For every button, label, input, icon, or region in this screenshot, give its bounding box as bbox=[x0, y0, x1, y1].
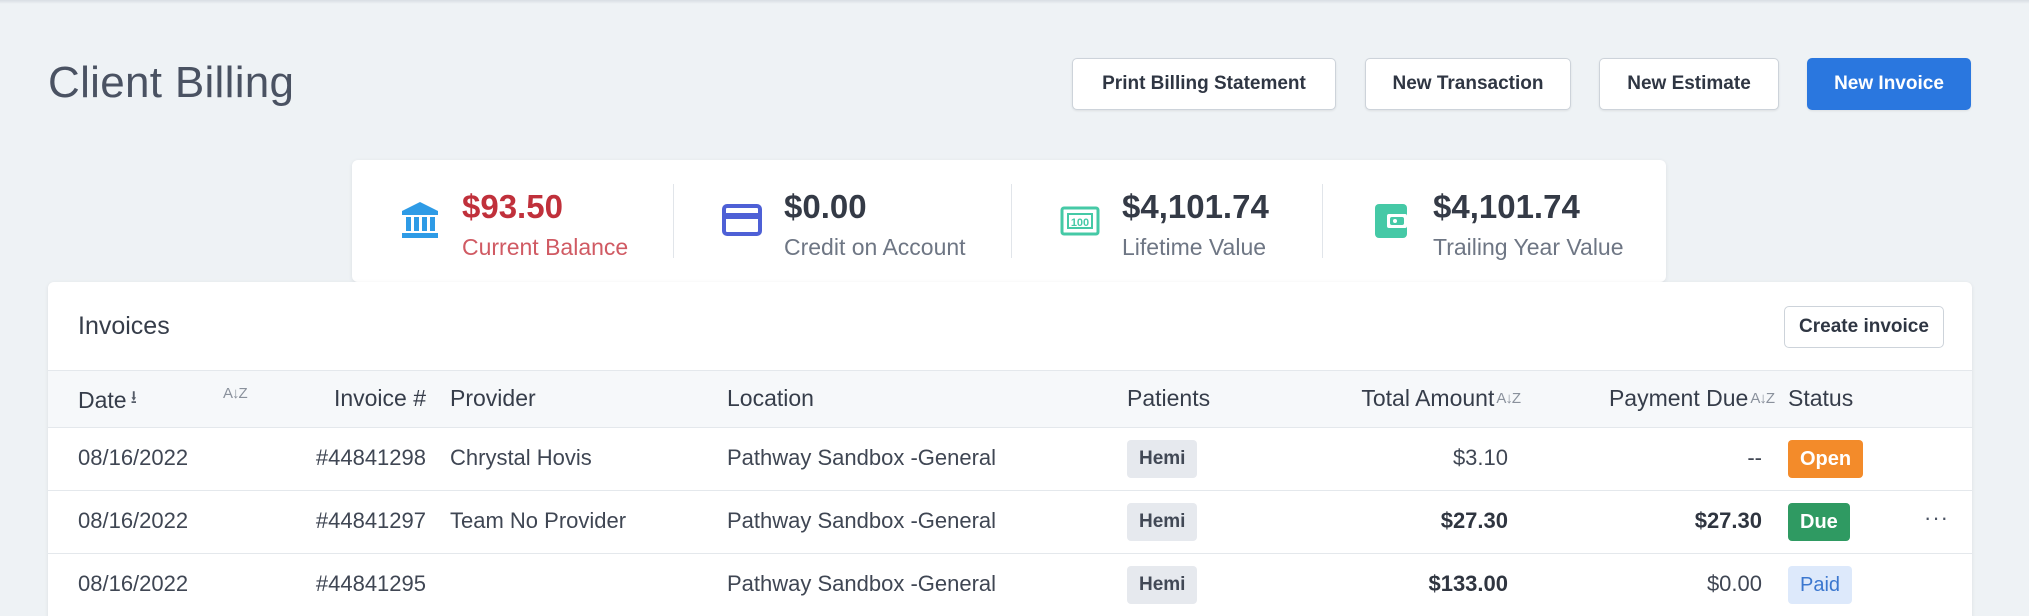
wallet-icon bbox=[1375, 204, 1407, 238]
row-date: 08/16/2022 bbox=[78, 508, 189, 533]
bank-icon bbox=[402, 202, 438, 238]
sort-az-icon[interactable]: A↓Z bbox=[1750, 390, 1775, 407]
status-badge: Paid bbox=[1788, 566, 1853, 604]
divider bbox=[1322, 184, 1323, 258]
trailing-year-value-label: Trailing Year Value bbox=[1433, 234, 1624, 260]
lifetime-value-value: $4,101.74 bbox=[1122, 188, 1269, 225]
row-date: 08/16/2022 bbox=[78, 445, 189, 470]
new-invoice-button[interactable]: New Invoice bbox=[1807, 58, 1971, 110]
col-total-amount[interactable]: Total Amount A↓Z bbox=[1278, 385, 1521, 412]
row-invoice-no[interactable]: #44841295 bbox=[298, 571, 426, 597]
lifetime-value-label: Lifetime Value bbox=[1122, 234, 1267, 260]
table-header: Date ⭳ A↓Z Invoice # Provider Location P… bbox=[48, 370, 1972, 428]
row-payment-due: $0.00 bbox=[1706, 571, 1762, 596]
col-payment-due-label: Payment Due bbox=[1608, 385, 1749, 411]
sort-az-icon[interactable]: A↓Z bbox=[1496, 390, 1521, 407]
sort-az-icon[interactable]: A↓Z bbox=[223, 385, 248, 402]
current-balance-value: $93.50 bbox=[462, 188, 563, 225]
col-date-sort[interactable]: A↓Z bbox=[221, 385, 248, 402]
row-total-amount: $27.30 bbox=[1440, 508, 1508, 533]
invoices-title: Invoices bbox=[78, 312, 170, 340]
row-total-amount: $3.10 bbox=[1452, 445, 1508, 470]
col-payment-due[interactable]: Payment Due A↓Z bbox=[1548, 385, 1775, 412]
row-payment-due: $27.30 bbox=[1694, 508, 1762, 533]
status-badge: Due bbox=[1788, 503, 1850, 541]
col-date-label: Date bbox=[78, 386, 127, 413]
row-invoice-no[interactable]: #44841298 bbox=[298, 445, 426, 471]
credit-on-account-label: Credit on Account bbox=[784, 234, 966, 260]
more-options-icon[interactable]: ··· bbox=[1924, 505, 1949, 531]
row-date: 08/16/2022 bbox=[78, 571, 189, 596]
table-row[interactable]: 08/16/2022 #44841297 Team No Provider Pa… bbox=[48, 491, 1972, 554]
create-invoice-button[interactable]: Create invoice bbox=[1784, 306, 1944, 348]
new-estimate-button[interactable]: New Estimate bbox=[1599, 58, 1779, 110]
col-provider[interactable]: Provider bbox=[450, 385, 536, 412]
patient-tag[interactable]: Hemi bbox=[1127, 566, 1198, 604]
svg-text:100: 100 bbox=[1071, 217, 1089, 229]
col-location[interactable]: Location bbox=[727, 385, 814, 412]
billing-summary: $93.50 Current Balance $0.00 Credit on A… bbox=[352, 160, 1666, 282]
trailing-year-value-value: $4,101.74 bbox=[1433, 188, 1580, 225]
invoices-card: Invoices Create invoice Date ⭳ A↓Z Invoi… bbox=[48, 282, 1972, 616]
table-row[interactable]: 08/16/2022 #44841295 Pathway Sandbox -Ge… bbox=[48, 554, 1972, 616]
patient-tag[interactable]: Hemi bbox=[1127, 503, 1198, 541]
row-total-amount: $133.00 bbox=[1428, 571, 1508, 596]
credit-card-icon bbox=[722, 204, 762, 236]
new-transaction-button[interactable]: New Transaction bbox=[1365, 58, 1571, 110]
col-patients[interactable]: Patients bbox=[1127, 385, 1210, 412]
row-location: Pathway Sandbox -General bbox=[727, 508, 997, 533]
row-location: Pathway Sandbox -General bbox=[727, 445, 997, 470]
col-date[interactable]: Date ⭳ bbox=[78, 385, 137, 415]
row-invoice-no[interactable]: #44841297 bbox=[298, 508, 426, 534]
page-title: Client Billing bbox=[48, 58, 295, 107]
current-balance-label: Current Balance bbox=[462, 234, 629, 260]
row-provider: Team No Provider bbox=[450, 508, 627, 533]
print-billing-statement-button[interactable]: Print Billing Statement bbox=[1072, 58, 1336, 110]
status-badge: Open bbox=[1788, 440, 1864, 478]
divider bbox=[673, 184, 674, 258]
top-shadow bbox=[0, 0, 2029, 4]
cash-icon: 100 bbox=[1060, 206, 1100, 236]
divider bbox=[1011, 184, 1012, 258]
sort-descending-icon[interactable]: ⭳ bbox=[131, 385, 137, 415]
patient-tag[interactable]: Hemi bbox=[1127, 440, 1198, 478]
credit-on-account-value: $0.00 bbox=[784, 188, 867, 225]
table-row[interactable]: 08/16/2022 #44841298 Chrystal Hovis Path… bbox=[48, 428, 1972, 491]
row-provider: Chrystal Hovis bbox=[450, 445, 592, 470]
row-payment-due: -- bbox=[1747, 445, 1762, 470]
col-status[interactable]: Status bbox=[1788, 385, 1853, 412]
col-invoice-no[interactable]: Invoice # bbox=[298, 385, 426, 412]
col-total-amount-label: Total Amount bbox=[1361, 385, 1495, 411]
row-location: Pathway Sandbox -General bbox=[727, 571, 997, 596]
